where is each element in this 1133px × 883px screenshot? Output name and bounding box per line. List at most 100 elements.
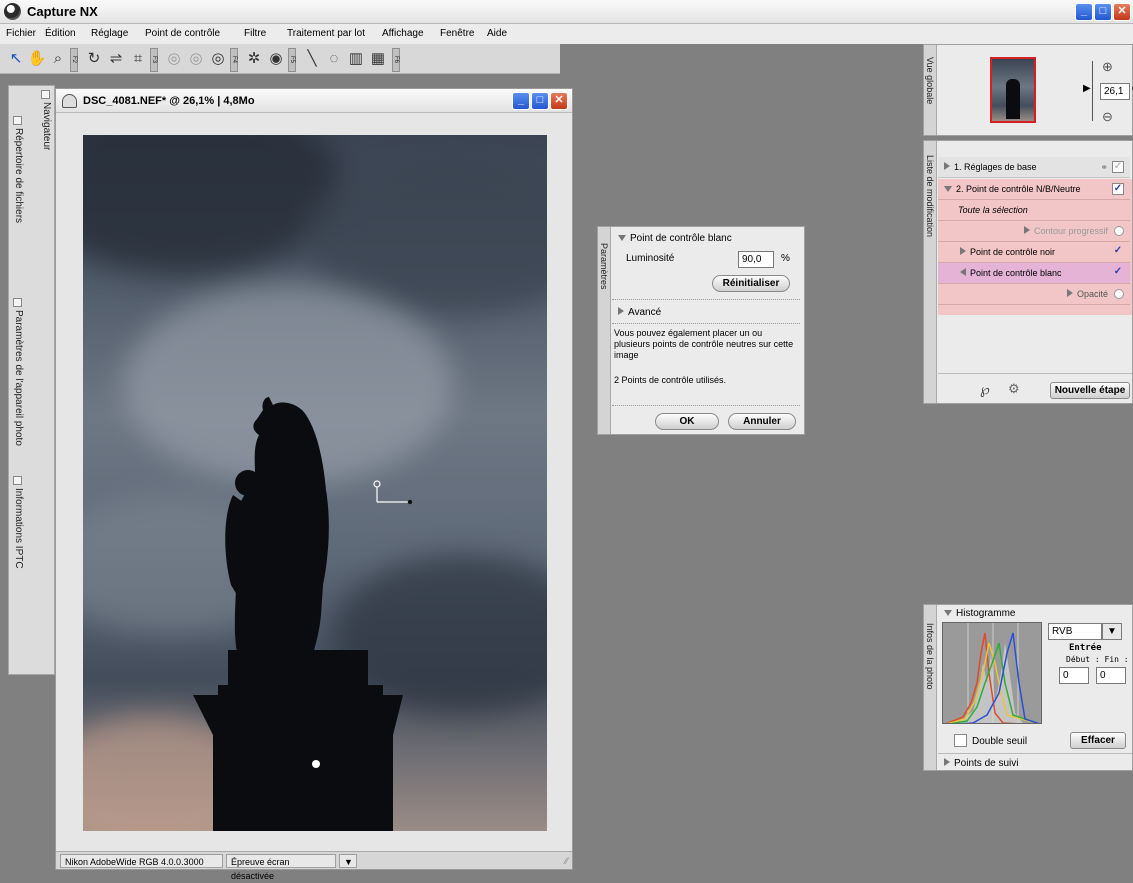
ok-button[interactable]: OK <box>655 413 719 430</box>
tab-informations-iptc[interactable]: Informations IPTC <box>13 488 24 569</box>
hand-icon[interactable]: ✋ <box>27 49 47 69</box>
document-title-bar[interactable]: DSC_4081.NEF* @ 26,1% | 4,8Mo _ □ ✕ <box>56 89 572 113</box>
menu-reglage[interactable]: Réglage <box>91 28 128 39</box>
soft-proof-dropdown-arrow-icon[interactable]: ▼ <box>339 854 357 868</box>
lasso-icon[interactable]: ◌ <box>324 49 344 69</box>
toolbar-f6-group[interactable]: F6 <box>392 48 400 72</box>
zoom-value-input[interactable]: 26,1 <box>1100 83 1130 100</box>
color-control-point-icon[interactable]: ✲ <box>244 49 264 69</box>
reset-button[interactable]: Réinitialiser <box>712 275 790 292</box>
doc-close-button[interactable]: ✕ <box>550 92 568 110</box>
iptc-tab-box-icon[interactable] <box>13 476 22 485</box>
start-input[interactable]: 0 <box>1059 667 1089 684</box>
modification-list-tab[interactable]: Liste de modification <box>924 141 937 403</box>
effacer-button[interactable]: Effacer <box>1070 732 1126 749</box>
contour-radio[interactable] <box>1114 226 1124 236</box>
menu-affichage[interactable]: Affichage <box>382 28 424 39</box>
expand-triangle-icon <box>944 162 950 170</box>
advanced-toggle[interactable]: Avancé <box>618 307 661 318</box>
document-status-bar: Nikon AdobeWide RGB 4.0.0.3000 Épreuve é… <box>56 851 572 881</box>
fill-icon[interactable]: ▦ <box>368 49 388 69</box>
gear-icon[interactable]: ⚙ <box>1008 381 1020 397</box>
divider <box>612 299 800 300</box>
resize-grip-icon[interactable]: ⁄⁄ <box>565 856 568 866</box>
opacite-label: Opacité <box>1076 289 1108 299</box>
opacite-radio[interactable] <box>1114 289 1124 299</box>
opacite-row[interactable]: Opacité <box>938 284 1130 305</box>
menu-aide[interactable]: Aide <box>487 28 507 39</box>
menu-filtre[interactable]: Filtre <box>244 28 266 39</box>
tab-parametres-appareil-photo[interactable]: Paramètres de l'appareil photo <box>13 310 24 446</box>
doc-maximize-button[interactable]: □ <box>531 92 549 110</box>
tab-navigateur[interactable]: Navigateur <box>41 102 52 150</box>
red-eye-icon[interactable]: ◎ <box>164 49 184 69</box>
rotate-icon[interactable]: ↻ <box>84 49 104 69</box>
contour-progressif-row[interactable]: Contour progressif <box>938 221 1130 242</box>
point-noir-checkbox[interactable]: ✓ <box>1112 246 1124 258</box>
step-row-reglages-de-base[interactable]: 1. Réglages de base ⚭ ✓ <box>938 157 1130 178</box>
toolbar-f5-group[interactable]: F5 <box>288 48 296 72</box>
doc-minimize-button[interactable]: _ <box>512 92 530 110</box>
step-enable-checkbox[interactable]: ✓ <box>1112 183 1124 195</box>
collapse-triangle-icon <box>944 186 952 192</box>
selection-row[interactable]: Toute la sélection <box>938 200 1130 221</box>
minimize-button[interactable]: _ <box>1075 3 1093 21</box>
histogram-header[interactable]: Histogramme <box>944 608 1015 619</box>
step-label: 2. Point de contrôle N/B/Neutre <box>956 184 1081 194</box>
luminosity-input[interactable]: 90,0 <box>738 251 774 268</box>
white-point-icon[interactable]: ◎ <box>208 49 228 69</box>
channel-select[interactable]: RVB <box>1048 623 1102 640</box>
menu-traitement-par-lot[interactable]: Traitement par lot <box>287 28 365 39</box>
collapse-triangle-icon <box>618 235 626 241</box>
histogram-chart[interactable] <box>942 622 1042 724</box>
section-header[interactable]: Point de contrôle blanc <box>618 233 732 244</box>
photo-canvas[interactable] <box>83 135 547 831</box>
brush-icon[interactable]: ╲ <box>302 49 322 69</box>
file-browser-tab-box-icon[interactable] <box>13 116 22 125</box>
camera-settings-tab-box-icon[interactable] <box>13 298 22 307</box>
double-seuil-checkbox[interactable] <box>954 734 967 747</box>
gradient-icon[interactable]: ▥ <box>346 49 366 69</box>
modification-list-panel: Liste de modification 1. Réglages de bas… <box>923 140 1133 404</box>
navigator-tab-box-icon[interactable] <box>41 90 50 99</box>
channel-dropdown-arrow-icon[interactable]: ▼ <box>1102 623 1122 640</box>
black-point-icon[interactable]: ◎ <box>186 49 206 69</box>
zoom-slider-handle-icon[interactable]: ▶ <box>1083 83 1091 94</box>
crop-icon[interactable]: ⌗ <box>128 49 148 69</box>
points-de-suivi-toggle[interactable]: Points de suivi <box>944 758 1018 769</box>
zoom-in-icon[interactable]: ⊕ <box>1102 59 1113 75</box>
point-blanc-row[interactable]: Point de contrôle blanc ✓ <box>938 263 1130 284</box>
close-button[interactable]: ✕ <box>1113 3 1131 21</box>
menu-fichier[interactable]: Fichier <box>6 28 36 39</box>
menu-point-de-controle[interactable]: Point de contrôle <box>145 28 220 39</box>
lasso-new-step-icon[interactable]: ℘ <box>980 381 990 398</box>
zoom-icon[interactable]: ⌕ <box>48 49 68 69</box>
capture-nx-app-icon <box>4 3 21 20</box>
vue-globale-tab[interactable]: Vue globale <box>924 45 937 135</box>
toolbar-f4-group[interactable]: F4 <box>230 48 238 72</box>
straighten-icon[interactable]: ⇌ <box>106 49 126 69</box>
toolbar-f2-group[interactable]: F2 <box>70 48 78 72</box>
point-blanc-checkbox[interactable]: ✓ <box>1112 267 1124 279</box>
menu-edition[interactable]: Édition <box>45 28 76 39</box>
direct-selection-arrow-icon[interactable]: ↖ <box>6 49 26 69</box>
parametres-tab[interactable]: Paramètres <box>598 227 611 434</box>
new-step-button[interactable]: Nouvelle étape <box>1050 382 1130 399</box>
point-noir-row[interactable]: Point de contrôle noir ✓ <box>938 242 1130 263</box>
cancel-button[interactable]: Annuler <box>728 413 796 430</box>
pointer-triangle-icon <box>960 268 966 276</box>
end-input[interactable]: 0 <box>1096 667 1126 684</box>
menu-fenetre[interactable]: Fenêtre <box>440 28 474 39</box>
red-eye-control-icon[interactable]: ◉ <box>266 49 286 69</box>
link-icon[interactable]: ⚭ <box>1100 157 1108 178</box>
zoom-out-icon[interactable]: ⊖ <box>1102 109 1113 125</box>
toolbar-f3-group[interactable]: F3 <box>150 48 158 72</box>
overview-thumbnail[interactable] <box>990 57 1036 123</box>
zoom-slider-track[interactable] <box>1092 61 1093 121</box>
divider <box>938 373 1132 374</box>
tab-repertoire-de-fichiers[interactable]: Répertoire de fichiers <box>13 128 24 223</box>
maximize-button[interactable]: □ <box>1094 3 1112 21</box>
step-enable-checkbox[interactable]: ✓ <box>1112 161 1124 173</box>
step-row-point-de-controle-nbn[interactable]: 2. Point de contrôle N/B/Neutre ✓ <box>938 179 1130 200</box>
infos-photo-tab[interactable]: Infos de la photo <box>924 605 937 770</box>
